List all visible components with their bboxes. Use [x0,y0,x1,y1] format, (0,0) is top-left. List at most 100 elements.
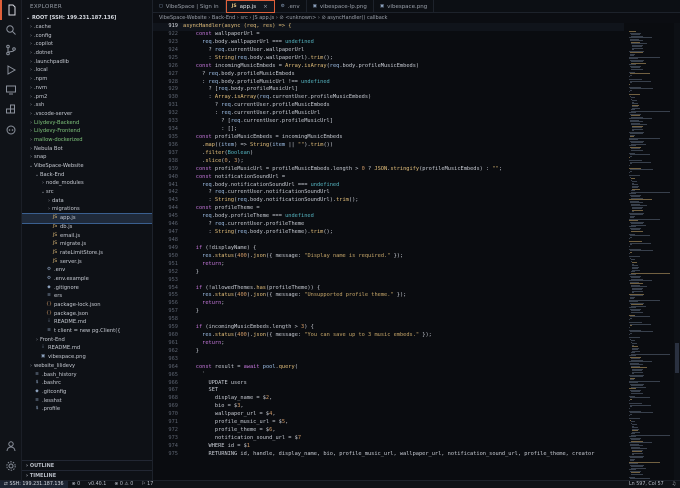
code-line[interactable]: const result = await pool.query( [183,364,624,372]
code-line[interactable]: req.body.wallpaperUrl === undefined [183,39,624,47]
file-tree-item[interactable]: ≡ ers [22,292,152,301]
file-tree-item[interactable]: JS rateLimitStore.js [22,249,152,258]
editor-tab[interactable]: ▣ vibespace.png [374,0,435,13]
file-tree-item[interactable]: › .copilot [22,40,152,49]
code-line[interactable]: : String(req.body.notificationSoundUrl).… [183,197,624,205]
code-line[interactable]: WHERE id = $1 [183,443,624,451]
remote-indicator[interactable]: ⇄ SSH: 199.231.187.136 [0,480,68,488]
file-tree-item[interactable]: JS migrate.js [22,240,152,249]
code-line[interactable]: req.body.notificationSoundUrl === undefi… [183,182,624,190]
cursor-position[interactable]: Ln 597, Col 57 [625,482,668,487]
file-tree-item[interactable]: {} package-lock.json [22,301,152,310]
code-line[interactable]: if (!allowedThemes.has(profileTheme)) { [183,285,624,293]
problems-status[interactable]: ⊗ 0 ⚠ 0 [110,482,137,487]
file-tree-item[interactable]: › website_lilidevy [22,362,152,371]
code-line[interactable]: .map((item) => String(item || "").trim()… [183,142,624,150]
code-line[interactable]: if (incomingMusicEmbeds.length > 3) { [183,324,624,332]
file-tree-item[interactable]: › .nvm [22,84,152,93]
outline-section[interactable]: › OUTLINE [22,460,152,470]
explorer-icon[interactable] [0,0,22,20]
code-area[interactable]: const wallpaperUrl = req.body.wallpaperU… [183,23,624,480]
file-tree-item[interactable]: › migrations [22,205,152,214]
vertical-scrollbar[interactable] [674,23,680,480]
code-line[interactable]: profile_theme = $6, [183,427,624,435]
file-tree-item[interactable]: ◆ .gitignore [22,284,152,293]
code-editor[interactable]: 922 923 924 925 926 927 928 929 930 931 932 933 934 9… [153,23,624,480]
file-tree-item[interactable]: › .cache [22,23,152,32]
file-tree-item[interactable]: i README.md [22,344,152,353]
file-tree-item[interactable]: ≡ .lesshst [22,397,152,406]
code-line[interactable]: : String(req.body.wallpaperUrl).trim(); [183,55,624,63]
file-tree-item[interactable]: › .ssh [22,101,152,110]
close-tab-icon[interactable]: × [263,4,268,10]
code-line[interactable]: ? [req.currentUser.profileMusicUrl] [183,118,624,126]
run-debug-icon[interactable] [0,60,22,80]
account-icon[interactable] [0,436,22,456]
source-control-icon[interactable] [0,40,22,60]
code-line[interactable]: notification_sound_url = $7 [183,435,624,443]
code-line[interactable]: } [183,308,624,316]
code-line[interactable]: if (!displayName) { [183,245,624,253]
code-line[interactable] [183,277,624,285]
code-line[interactable]: } [183,269,624,277]
file-tree-item[interactable]: › .dotnet [22,49,152,58]
file-tree-item[interactable]: › mallow-dockerized [22,136,152,145]
editor-tab[interactable]: JS app.js × [225,0,275,13]
code-line[interactable]: bio = $3, [183,403,624,411]
timeline-section[interactable]: › TIMELINE [22,470,152,480]
file-tree-item[interactable]: › .vscode-server [22,110,152,119]
code-line[interactable]: : req.body.profileMusicUrl !== undefined [183,79,624,87]
file-tree-item[interactable]: › Front-End [22,336,152,345]
file-tree-item[interactable]: JS app.js [22,213,152,224]
code-line[interactable]: res.status(400).json({ message: "Display… [183,253,624,261]
file-tree-item[interactable]: › .launchpadlib [22,58,152,67]
code-line[interactable]: wallpaper_url = $4, [183,411,624,419]
code-line[interactable]: const profileTheme = [183,205,624,213]
file-tree-item[interactable]: JS email.js [22,232,152,241]
file-tree-item[interactable]: › .pm2 [22,93,152,102]
file-tree-item[interactable]: › .config [22,32,152,41]
sticky-scroll-header[interactable]: 919 asyncHandler(async (req, res) => { [153,23,624,31]
code-line[interactable]: } [183,348,624,356]
code-line[interactable]: : String(req.body.profileTheme).trim(); [183,229,624,237]
file-tree-item[interactable]: ≡ t client = new pg.Client({ [22,327,152,336]
code-line[interactable]: const incomingMusicEmbeds = Array.isArra… [183,63,624,71]
version-status[interactable]: v0.40.1 [84,482,110,487]
settings-gear-icon[interactable] [0,456,22,476]
code-line[interactable]: ` [183,372,624,380]
code-line[interactable]: ? req.currentUser.profileMusicEmbeds [183,102,624,110]
code-line[interactable]: .slice(0, 3); [183,158,624,166]
code-line[interactable]: return; [183,340,624,348]
code-line[interactable]: res.status(400).json({ message: "You can… [183,332,624,340]
branch-status[interactable]: ⊗ 0 [68,482,85,487]
file-tree-item[interactable]: › data [22,197,152,206]
code-line[interactable]: UPDATE users [183,380,624,388]
editor-tab[interactable]: ◻ VibeSpace | Sign in [153,0,226,13]
minimap[interactable] [624,23,674,480]
file-tree-item[interactable]: › snap [22,153,152,162]
code-line[interactable] [183,356,624,364]
file-tree-item[interactable]: ≡ .bash_history [22,371,152,380]
scrollbar-thumb[interactable] [675,343,679,373]
workspace-root[interactable]: ⌄ ROOT [SSH: 199.231.187.136] [22,14,152,23]
file-tree-item[interactable]: › Lilydevy-Frontend [22,127,152,136]
search-icon[interactable] [0,20,22,40]
remote-explorer-icon[interactable] [0,80,22,100]
file-tree-item[interactable]: ⌄ src [22,188,152,197]
file-tree-item[interactable]: JS db.js [22,223,152,232]
code-line[interactable]: req.body.profileTheme === undefined [183,213,624,221]
editor-tab[interactable]: ⚙ .env [275,0,307,13]
file-tree-item[interactable]: $ .bashrc [22,379,152,388]
code-line[interactable]: ? req.currentUser.notificationSoundUrl [183,189,624,197]
code-line[interactable]: const notificationSoundUrl = [183,174,624,182]
code-line[interactable]: : []; [183,126,624,134]
file-tree-item[interactable]: i README.md [22,318,152,327]
file-tree-item[interactable]: › .npm [22,75,152,84]
file-tree-item[interactable]: ⚙ .env.example [22,275,152,284]
code-line[interactable]: const wallpaperUrl = [183,31,624,39]
file-tree-item[interactable]: › node_modules [22,179,152,188]
editor-tab[interactable]: ▣ vibespace-lp.png [307,0,374,13]
extensions-icon[interactable] [0,100,22,120]
code-line[interactable]: display_name = $2, [183,395,624,403]
file-tree-item[interactable]: › Nebula Bot [22,145,152,154]
